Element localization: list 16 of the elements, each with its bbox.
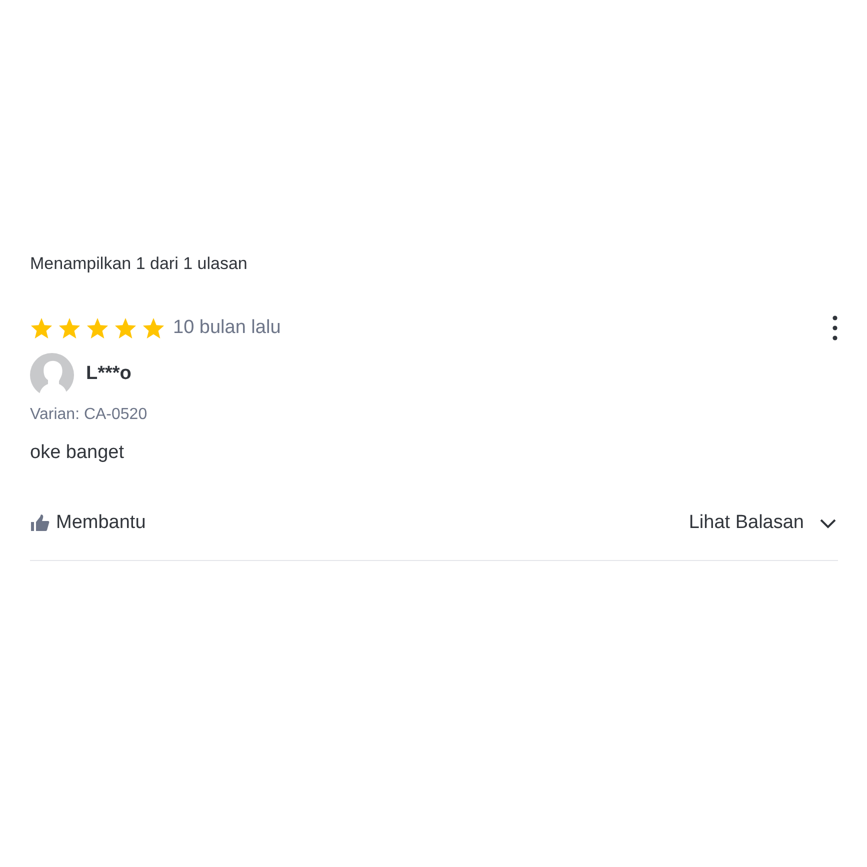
review-text: oke banget: [30, 440, 126, 464]
avatar-icon: [30, 352, 74, 396]
star-icon: [86, 317, 109, 340]
star-icon: [114, 317, 137, 340]
review-count-text: Menampilkan 1 dari 1 ulasan: [30, 253, 248, 275]
view-replies-button[interactable]: Lihat Balasan: [688, 509, 838, 538]
variant-text: Varian: CA-0520: [30, 404, 148, 424]
thumbs-up-icon: [30, 513, 50, 534]
reviewer-name: L***o: [86, 362, 132, 386]
review-time: 10 bulan lalu: [173, 316, 281, 340]
helpful-button[interactable]: Membantu: [30, 509, 146, 538]
star-icon: [30, 317, 53, 340]
star-icon: [58, 317, 81, 340]
more-options-button[interactable]: [832, 315, 838, 342]
star-icon: [142, 317, 165, 340]
more-options-icon: [832, 315, 838, 342]
